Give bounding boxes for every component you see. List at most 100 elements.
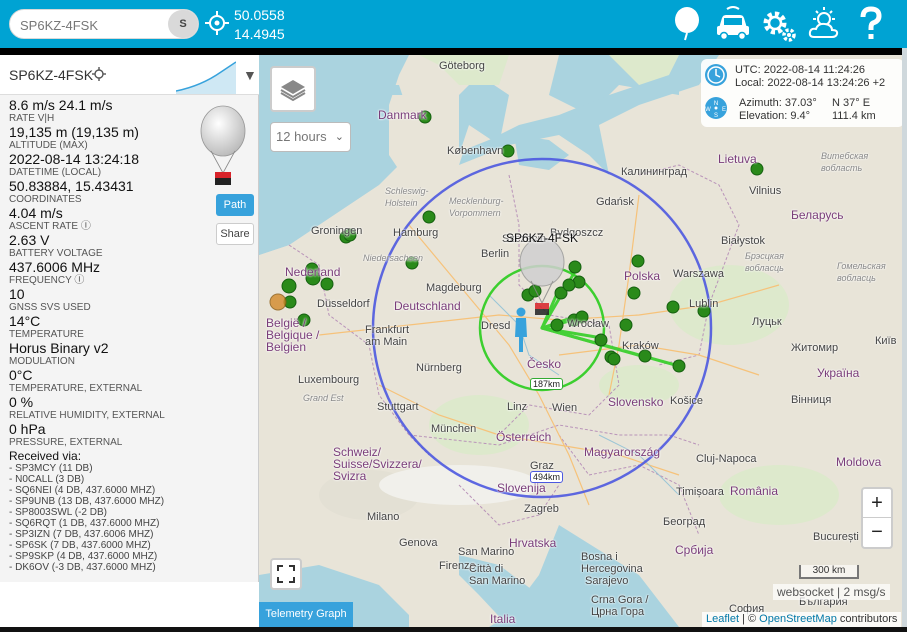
telemetry-value: 50.83884, 15.43431 — [9, 178, 134, 194]
place-label-berlin: Berlin — [481, 248, 510, 260]
path-button[interactable]: Path — [216, 194, 254, 216]
telemetry-value: 2.63 V — [9, 232, 50, 248]
compass-icon: N S W E — [705, 97, 727, 119]
receiver-entry: - SP9UNB (13 DB, 437.6000 MHZ) — [9, 496, 165, 507]
place-label-slovenija: Slovenija — [497, 481, 546, 495]
svg-text:N: N — [714, 101, 718, 107]
svg-text:W: W — [705, 107, 711, 113]
telemetry-label: BATTERY VOLTAGE — [9, 248, 103, 259]
place-label-magyarorszag: Magyarország — [584, 445, 661, 459]
range-ring-small-label: 187km — [530, 378, 564, 390]
telemetry-value: 2022-08-14 13:24:18 — [9, 151, 139, 167]
settings-gears-icon[interactable] — [758, 4, 798, 44]
leaflet-link[interactable]: Leaflet — [706, 613, 739, 625]
telemetry-graph-button[interactable]: Telemetry Graph — [259, 602, 353, 627]
place-label-polska: Polska — [624, 269, 661, 283]
place-label-dusseldorf: Düsseldorf — [317, 298, 370, 310]
place-label-kaliningrad: Калининград — [621, 166, 688, 178]
elevation: Elevation: 9.4° — [739, 110, 811, 122]
osm-link[interactable]: OpenStreetMap — [759, 613, 837, 625]
svg-text:E: E — [722, 107, 726, 113]
layers-button[interactable] — [270, 66, 316, 112]
place-label-linz: Linz — [507, 401, 528, 413]
place-label-gomel: Гомельская вобласць — [837, 261, 886, 283]
location-latitude: 50.0558 — [234, 7, 285, 23]
zoom-out-button[interactable]: − — [863, 518, 891, 547]
place-label-sarajevo: Sarajevo — [585, 575, 629, 587]
received-via-list: - SP3MCY (11 DB) - N0CALL (3 DB) - SQ6NEI … — [9, 463, 164, 573]
telemetry-value: 437.6006 MHz — [9, 259, 101, 275]
distance: 111.4 km — [832, 110, 876, 122]
place-label-gdansk: Gdańsk — [596, 196, 634, 208]
hours-select[interactable]: 12 hours ⌄ — [270, 122, 351, 152]
telemetry-label: ALTITUDE (MAX) — [9, 140, 88, 151]
telemetry-label: FREQUENCY ⓘ — [9, 275, 85, 286]
place-label-lutsk: Луцьк — [752, 316, 782, 328]
map-scale: 300 km — [799, 565, 859, 579]
place-label-krakow: Kraków — [622, 340, 659, 352]
telemetry-field: 0 % RELATIVE HUMIDITY, EXTERNAL — [9, 395, 165, 422]
telemetry-label: RELATIVE HUMIDITY, EXTERNAL — [9, 410, 165, 421]
fullscreen-icon — [277, 565, 295, 583]
fullscreen-button[interactable] — [270, 558, 302, 590]
place-label-danmark: Danmark — [378, 108, 427, 122]
telemetry-field: 50.83884, 15.43431 COORDINATES — [9, 178, 134, 206]
payload-header[interactable]: SP6KZ-4FSK ▼ — [0, 55, 259, 95]
search-input[interactable] — [20, 15, 170, 35]
help-icon[interactable] — [851, 4, 891, 44]
place-label-lietuva: Lietuva — [718, 152, 757, 166]
telemetry-label: ASCENT RATE ⓘ — [9, 221, 91, 232]
place-label-magdeburg: Magdeburg — [426, 282, 482, 294]
telemetry-field: 4.04 m/s ASCENT RATE ⓘ — [9, 205, 91, 233]
place-label-vinnytsia: Вінниця — [791, 394, 832, 406]
balloon-image-icon — [200, 105, 246, 185]
received-via: Received via: - SP3MCY (11 DB) - N0CALL (… — [9, 449, 164, 574]
telemetry-field: 19,135 m (19,135 m) ALTITUDE (MAX) — [9, 124, 139, 152]
place-label-timisoara: Timișoara — [676, 486, 724, 498]
map-view[interactable]: Göteborg Danmark København Калининград Lietu… — [259, 55, 907, 627]
azimuth-direction: N 37° E — [832, 97, 871, 109]
car-icon[interactable] — [713, 4, 753, 44]
place-label-stuttgart: Stuttgart — [377, 401, 419, 413]
payload-map-label: SP6KZ-4FSK — [506, 231, 579, 245]
place-label-schweiz: Schweiz/ Suisse/Svizzera/ Svizra — [333, 445, 422, 483]
zoom-in-button[interactable]: + — [863, 489, 891, 518]
place-label-slovensko: Slovensko — [608, 395, 664, 409]
place-label-warszawa: Warszawa — [673, 268, 724, 280]
place-label-crnagora: Crna Gora / Црна Гора — [591, 594, 649, 618]
place-label-genova: Genova — [399, 537, 438, 549]
weather-icon[interactable] — [804, 4, 844, 44]
place-label-belarus: Беларусь — [791, 208, 844, 222]
time-position-info: UTC: 2022-08-14 11:24:26 Local: 2022-08-… — [701, 59, 904, 127]
target-icon[interactable] — [92, 67, 106, 81]
share-button[interactable]: Share — [216, 223, 254, 245]
place-label-nederland: Nederland — [285, 265, 341, 279]
location-longitude: 14.4945 — [234, 26, 285, 42]
telemetry-label: RATE V|H — [9, 113, 55, 124]
telemetry-value: 0 hPa — [9, 421, 46, 437]
telemetry-label: COORDINATES — [9, 194, 82, 205]
telemetry-value: 19,135 m (19,135 m) — [9, 124, 139, 140]
telemetry-label: GNSS SVS USED — [9, 302, 91, 313]
hours-select-value: 12 hours — [276, 129, 327, 144]
receiver-entry: - SQ6NEI (4 DB, 437.6000 MHZ) — [9, 485, 156, 496]
search-button[interactable]: S — [168, 10, 198, 38]
attribution-separator: | © — [739, 613, 760, 625]
chevron-down-icon: ⌄ — [334, 131, 344, 143]
place-label-dresden: Dresd — [481, 320, 511, 332]
place-label-bialystok: Białystok — [721, 235, 766, 247]
place-label-sanmarino: San Marino — [458, 546, 515, 558]
telemetry-value: 4.04 m/s — [9, 205, 63, 221]
telemetry-field: 8.6 m/s 24.1 m/s RATE V|H — [9, 97, 113, 125]
received-via-title: Received via: — [9, 449, 82, 463]
collapse-caret-icon[interactable]: ▼ — [243, 67, 257, 83]
place-label-italia: Italia — [490, 612, 516, 626]
telemetry-value: 8.6 m/s 24.1 m/s — [9, 97, 113, 113]
place-label-wien: Wien — [552, 402, 578, 414]
balloon-icon[interactable] — [668, 4, 708, 44]
place-label-kosice: Košice — [670, 395, 704, 407]
crosshair-icon[interactable] — [205, 11, 229, 35]
place-label-ukraine: Україна — [817, 366, 860, 380]
place-label-niedersachsen: Niedersachsen — [363, 253, 424, 263]
place-label-vilnius: Vilnius — [749, 185, 782, 197]
